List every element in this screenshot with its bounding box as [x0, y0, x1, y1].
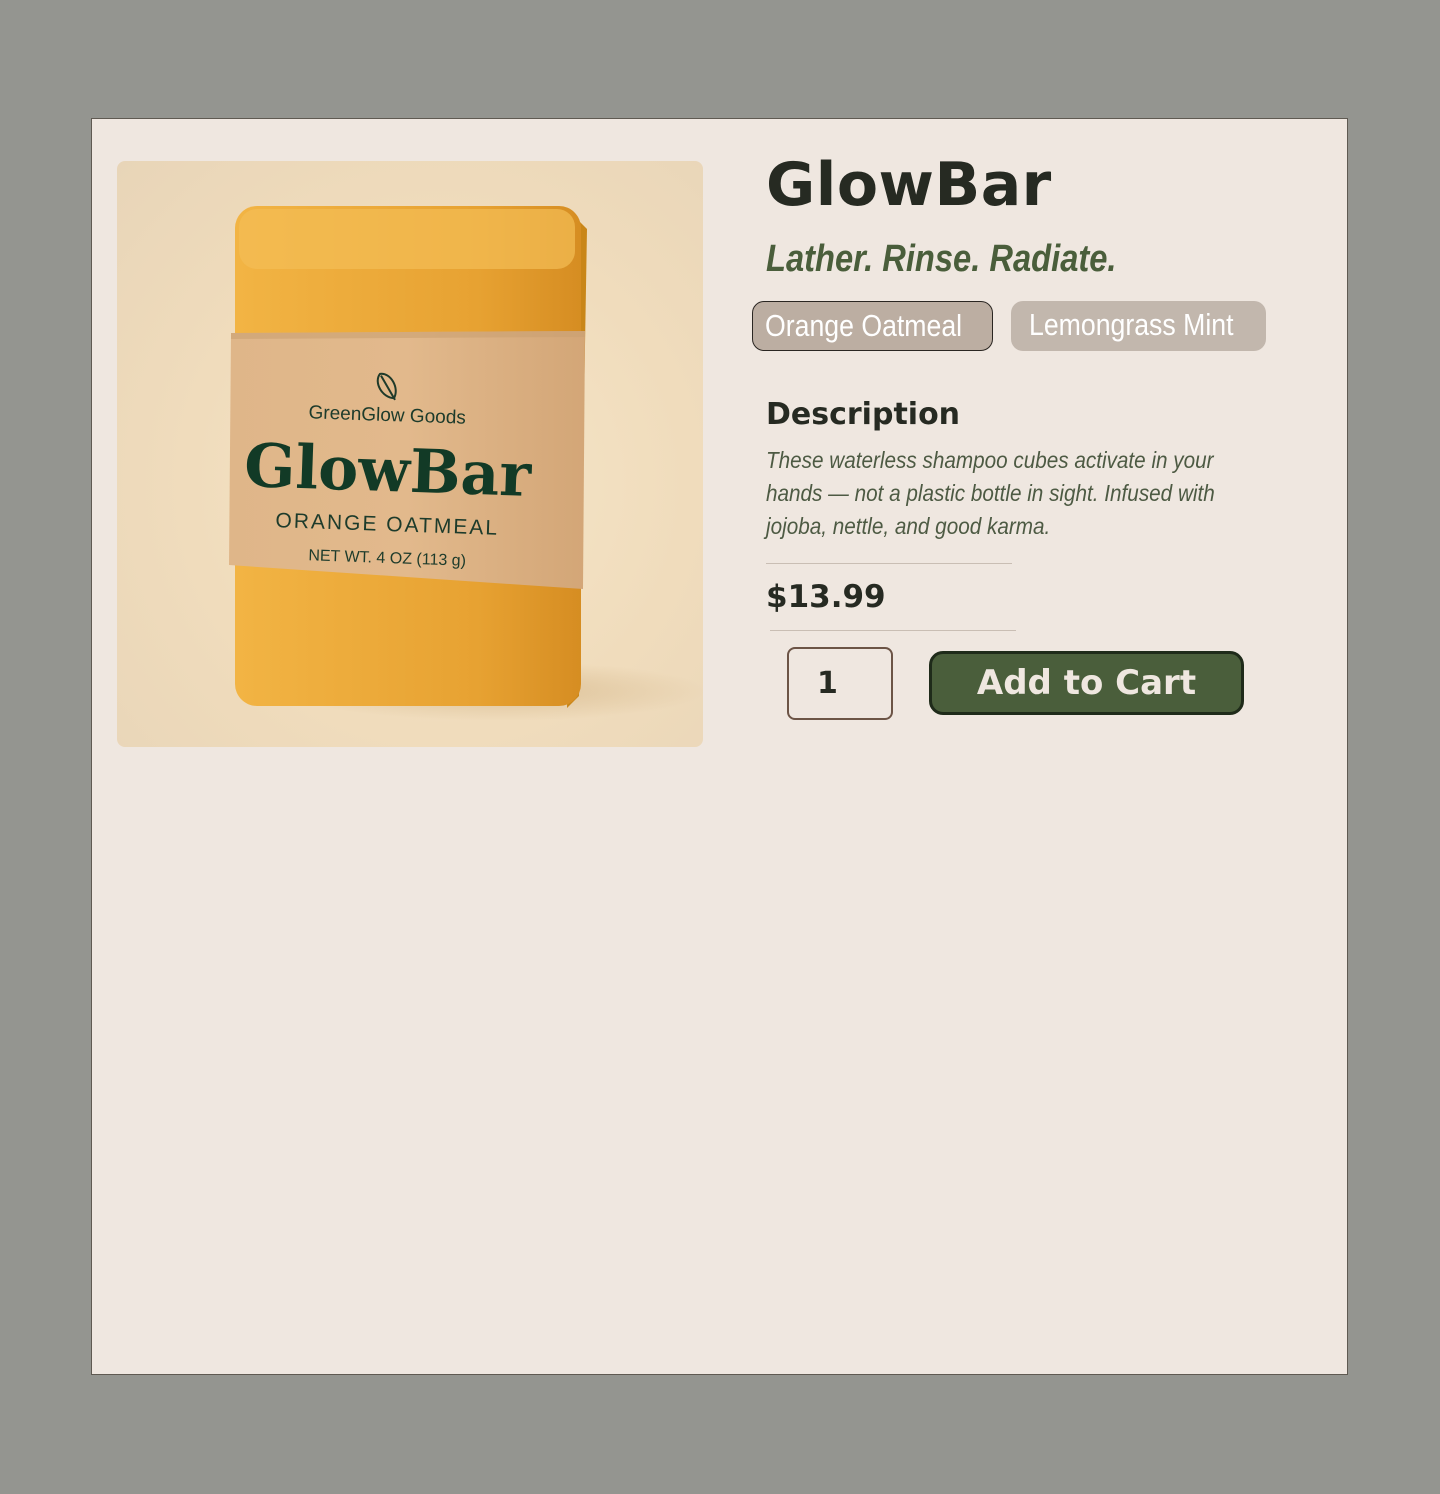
variant-orange-oatmeal[interactable]: Orange Oatmeal	[752, 301, 993, 351]
product-image: GreenGlow Goods GlowBar ORANGE OATMEAL N…	[117, 161, 703, 747]
divider	[770, 630, 1016, 631]
quantity-input[interactable]	[787, 647, 893, 720]
description-text: These waterless shampoo cubes activate i…	[766, 447, 1215, 539]
label-name: GlowBar	[243, 431, 534, 511]
variant-label: Orange Oatmeal	[765, 308, 963, 343]
divider	[766, 563, 1012, 564]
variant-label: Lemongrass Mint	[1029, 307, 1234, 342]
product-tagline: Lather. Rinse. Radiate.	[766, 238, 1117, 280]
add-to-cart-button[interactable]: Add to Cart	[929, 651, 1244, 715]
product-price: $13.99	[766, 579, 886, 615]
product-title: GlowBar	[766, 150, 1052, 220]
variant-lemongrass-mint[interactable]: Lemongrass Mint	[1011, 301, 1266, 351]
description-heading: Description	[766, 397, 961, 432]
soap-bar-illustration: GreenGlow Goods GlowBar ORANGE OATMEAL N…	[229, 206, 703, 721]
product-card: GreenGlow Goods GlowBar ORANGE OATMEAL N…	[91, 118, 1348, 1375]
